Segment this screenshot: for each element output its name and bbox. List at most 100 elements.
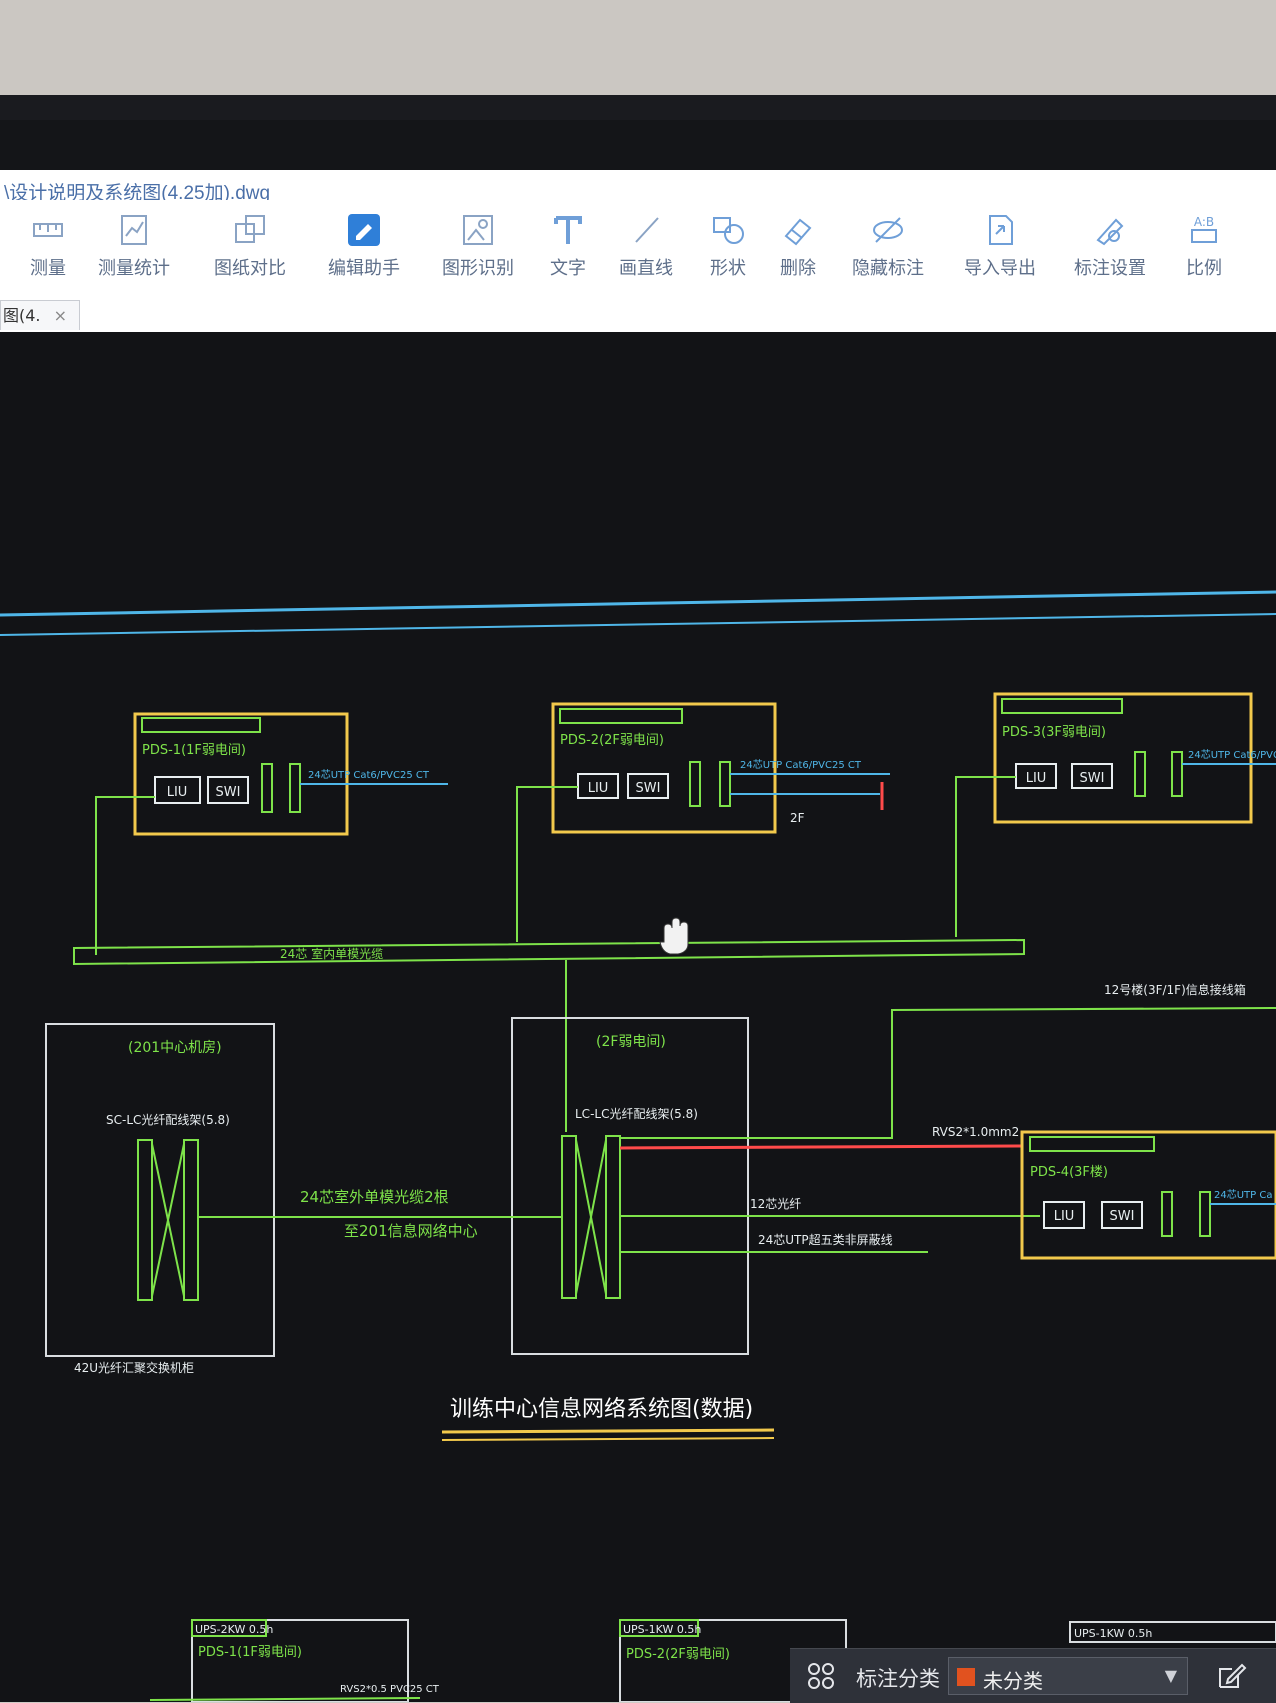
room-201-frame: (201中心机房) SC-LC光纤配线架(5.8) 42U光纤汇聚交换机柜 (45, 1023, 275, 1375)
rvs-label: RVS2*1.0mm2 (932, 1125, 1019, 1139)
frame-right-label: LC-LC光纤配线架(5.8) (575, 1107, 698, 1121)
pds-4-cabinet: PDS-4(3F楼) LIU SWI 24芯UTP Ca (1020, 1130, 1276, 1260)
pds-1-label: PDS-1(1F弱电间) (142, 743, 246, 758)
liu-label: LIU (167, 785, 188, 800)
backbone-bus (73, 938, 1025, 966)
ups-2-label: UPS-1KW 0.5h (623, 1623, 701, 1636)
link-label-2: 至201信息网络中心 (344, 1222, 478, 1240)
swi-label: SWI (216, 785, 241, 800)
pds-2-cable: 24芯UTP Cat6/PVC25 CT (740, 758, 862, 771)
border-line-top (0, 590, 1276, 617)
tool-shape-recognition[interactable]: 图形识别 (430, 210, 526, 280)
tab-label: 图(4. (3, 306, 41, 325)
pds-2-label: PDS-2(2F弱电间) (560, 733, 664, 748)
pds-3-cable: 24芯UTP Cat6/PVC25 (1188, 748, 1276, 761)
liu-label: LIU (1026, 771, 1047, 786)
liu-label: LIU (1054, 1209, 1075, 1224)
swi-label: SWI (1110, 1209, 1135, 1224)
wall-background (0, 0, 1276, 110)
close-icon[interactable]: × (54, 306, 67, 325)
link-label-1: 24芯室外单模光缆2根 (300, 1188, 449, 1206)
document-tabstrip: 图(4. × (0, 298, 1276, 332)
ruler-icon (33, 223, 63, 237)
drawing-canvas[interactable]: PDS-1(1F弱电间) LIU SWI 24芯UTP Cat6/PVC25 C… (0, 332, 1276, 1702)
riser-3 (955, 776, 1016, 937)
pds-1-cabinet: PDS-1(1F弱电间) LIU SWI 24芯UTP Cat6/PVC25 C… (133, 712, 448, 836)
tool-annotation-settings[interactable]: 标注设置 (1062, 210, 1158, 280)
tool-hide-annotation[interactable]: 隐藏标注 (840, 210, 936, 280)
pds-3-cabinet: PDS-3(3F弱电间) LIU SWI 24芯UTP Cat6/PVC25 (993, 692, 1276, 824)
edit-assistant-icon (348, 214, 380, 246)
swi-label: SWI (636, 781, 661, 796)
riser-1 (95, 796, 155, 955)
compare-icon (235, 215, 265, 243)
grid-icon[interactable] (806, 1661, 836, 1691)
annotation-settings-icon (1096, 218, 1124, 246)
cabinet-left-label: 42U光纤汇聚交换机柜 (74, 1360, 194, 1375)
ups-1-label: UPS-2KW 0.5h (195, 1623, 273, 1636)
tool-measure[interactable]: 测量 (0, 210, 96, 280)
category-value: 未分类 (983, 1671, 1043, 1693)
pds-4-cable: 24芯UTP Ca (1214, 1188, 1272, 1201)
title-underline (441, 1428, 775, 1434)
category-color-swatch (957, 1668, 975, 1686)
pds-bottom-1: PDS-1(1F弱电间) (198, 1645, 302, 1660)
annotation-statusbar: 标注分类 未分类 ▼ (790, 1648, 1276, 1703)
annotation-category-select[interactable]: 未分类 ▼ (948, 1657, 1188, 1695)
tool-label: 编辑助手 (328, 258, 400, 278)
tool-label: 图纸对比 (214, 258, 286, 278)
edit-icon[interactable] (1214, 1659, 1248, 1693)
hand-cursor-icon (659, 917, 689, 955)
border-line-bottom (0, 613, 1276, 636)
pds-2-floor: 2F (790, 811, 805, 825)
document-tab[interactable]: 图(4. × (0, 300, 80, 330)
eraser-icon (784, 218, 812, 246)
pds-4-label: PDS-4(3F楼) (1030, 1165, 1108, 1180)
riser-2 (516, 786, 578, 942)
scale-icon: A:B (1191, 215, 1217, 243)
tool-label: 测量 (30, 258, 66, 278)
chevron-down-icon: ▼ (1164, 1666, 1177, 1685)
drawing-title: 训练中心信息网络系统图(数据) (450, 1397, 753, 1422)
ups-section-3: UPS-1KW 0.5h (1069, 1621, 1276, 1643)
pds-2-cabinet: PDS-2(2F弱电间) LIU SWI 24芯UTP Cat6/PVC25 C… (551, 702, 890, 834)
backbone-label: 24芯 室内单模光缆 (280, 946, 383, 961)
cad-drawing: PDS-1(1F弱电间) LIU SWI 24芯UTP Cat6/PVC25 C… (0, 590, 1276, 1702)
import-export-icon (989, 215, 1013, 245)
pds-1-cable: 24芯UTP Cat6/PVC25 CT (308, 768, 430, 781)
tool-import-export[interactable]: 导入导出 (952, 210, 1048, 280)
swi-label: SWI (1080, 771, 1105, 786)
room-201-label: (201中心机房) (128, 1040, 222, 1056)
tool-eraser[interactable]: 删除 (750, 210, 846, 280)
text-icon (554, 216, 582, 244)
shape-recognition-icon (463, 215, 493, 245)
tool-label: 标注设置 (1074, 258, 1146, 278)
svg-text:A:B: A:B (1194, 215, 1214, 229)
tool-label: 隐藏标注 (852, 258, 924, 278)
building-note: 12号楼(3F/1F)信息接线箱 (1104, 982, 1246, 997)
building-feed (620, 1007, 1276, 1139)
liu-label: LIU (588, 781, 609, 796)
pds-3-label: PDS-3(3F弱电间) (1002, 725, 1106, 740)
tool-scale[interactable]: A:B 比例 (1156, 210, 1252, 280)
utp-label: 24芯UTP超五类非屏蔽线 (758, 1232, 893, 1247)
toolbar-ribbon: 测量 测量统计 图纸对比 编辑助手 图形识别 文字 画直线 形状 删除 隐藏标注… (0, 200, 1276, 300)
fiber-12-label: 12芯光纤 (750, 1197, 801, 1211)
title-underline-2 (441, 1437, 775, 1441)
tool-label: 删除 (780, 258, 816, 278)
line-icon (635, 217, 659, 243)
annotation-category-label: 标注分类 (856, 1668, 940, 1691)
tool-edit-assistant[interactable]: 编辑助手 (316, 210, 412, 280)
tool-measure-stats[interactable]: 测量统计 (86, 210, 182, 280)
tool-label: 测量统计 (98, 258, 170, 278)
rvs-line (619, 1144, 1023, 1150)
ups-3-label: UPS-1KW 0.5h (1074, 1627, 1152, 1640)
ups-cable: RVS2*0.5 PVC25 CT (340, 1684, 440, 1695)
pds-bottom-2: PDS-2(2F弱电间) (626, 1647, 730, 1662)
measure-stats-icon (121, 215, 147, 245)
frame-left-label: SC-LC光纤配线架(5.8) (106, 1113, 230, 1127)
tool-label: 图形识别 (442, 258, 514, 278)
tool-compare[interactable]: 图纸对比 (202, 210, 298, 280)
room-2f-label: (2F弱电间) (596, 1034, 666, 1050)
room-2f-frame: (2F弱电间) LC-LC光纤配线架(5.8) (511, 1017, 749, 1355)
